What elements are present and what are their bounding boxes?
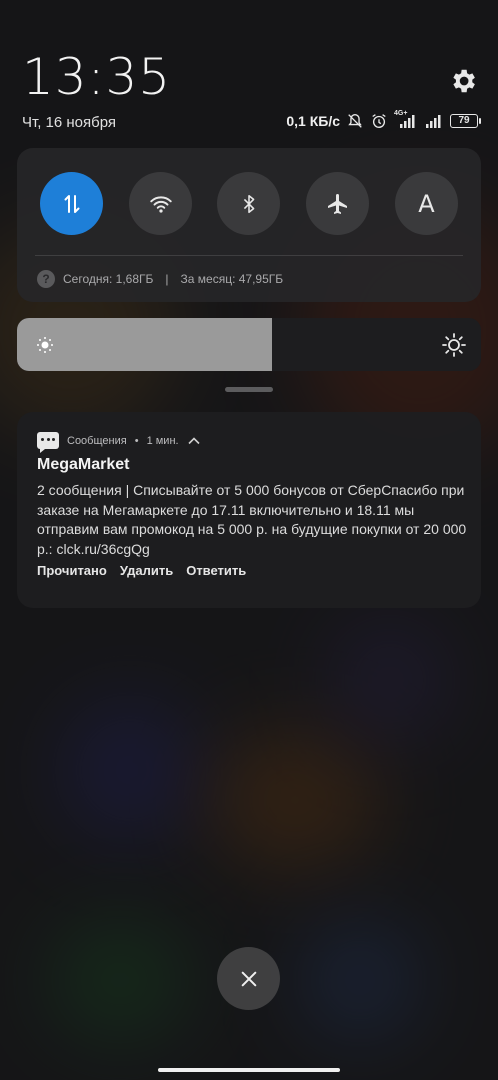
battery-level: 79: [458, 115, 470, 126]
battery-icon: 79: [450, 114, 481, 128]
date-label: Чт, 16 ноября: [22, 114, 117, 131]
brightness-low-icon: [37, 337, 53, 353]
brightness-high-icon: [442, 333, 466, 357]
signal-icon: [426, 115, 441, 128]
mark-read-button[interactable]: Прочитано: [37, 563, 107, 578]
clear-all-button[interactable]: [217, 947, 280, 1010]
messages-icon: [37, 432, 59, 453]
chevron-up-icon[interactable]: [187, 434, 201, 448]
gear-icon[interactable]: [448, 66, 478, 96]
notification-body: 2 сообщения | Списывайте от 5 000 бонусо…: [37, 482, 467, 557]
notification-app: Сообщения: [67, 434, 127, 447]
toggle-wifi[interactable]: [129, 172, 192, 235]
data-usage: ? Сегодня: 1,68ГБ | За месяц: 47,95ГБ: [37, 270, 283, 288]
data-arrows-icon: [64, 194, 79, 213]
net-speed: 0,1 КБ/с: [286, 113, 340, 129]
brightness-fill: [17, 318, 273, 371]
toggle-auto-brightness[interactable]: A: [395, 172, 458, 235]
help-icon[interactable]: ?: [37, 270, 55, 288]
home-indicator[interactable]: [158, 1068, 340, 1072]
notification-title: MegaMarket: [37, 456, 130, 473]
quick-settings-panel: A ? Сегодня: 1,68ГБ | За месяц: 47,95ГБ: [17, 148, 481, 302]
usage-month: За месяц: 47,95ГБ: [180, 272, 284, 286]
reply-button[interactable]: Ответить: [186, 563, 246, 578]
toggle-mobile-data[interactable]: [40, 172, 103, 235]
usage-separator: |: [165, 272, 169, 286]
alarm-icon: [372, 114, 386, 128]
network-badge: 4G+: [394, 110, 408, 117]
signal-icon: 4G+: [394, 110, 418, 130]
notification-dot: •: [134, 434, 139, 447]
toggle-airplane[interactable]: [306, 172, 369, 235]
brightness-slider[interactable]: [17, 318, 481, 371]
airplane-icon: [327, 193, 347, 214]
notification-header: Сообщения • 1 мин.: [37, 432, 201, 453]
delete-button[interactable]: Удалить: [120, 563, 173, 578]
divider: [35, 255, 463, 256]
usage-today: Сегодня: 1,68ГБ: [63, 272, 154, 286]
drag-handle[interactable]: [225, 387, 273, 392]
clock: 13:35: [22, 48, 172, 106]
close-icon: [241, 971, 256, 986]
status-bar: 0,1 КБ/с 4G+ 79: [286, 110, 481, 130]
notification-time: 1 мин.: [146, 434, 179, 447]
bell-off-icon: [348, 114, 362, 128]
toggle-bluetooth[interactable]: [217, 172, 280, 235]
notification-card[interactable]: Сообщения • 1 мин. MegaMarket 2 сообщени…: [17, 412, 481, 608]
letter-a-icon: A: [418, 189, 435, 218]
wifi-icon: [149, 195, 172, 213]
bluetooth-icon: [243, 194, 254, 213]
notification-actions: Прочитано Удалить Ответить: [37, 563, 246, 578]
